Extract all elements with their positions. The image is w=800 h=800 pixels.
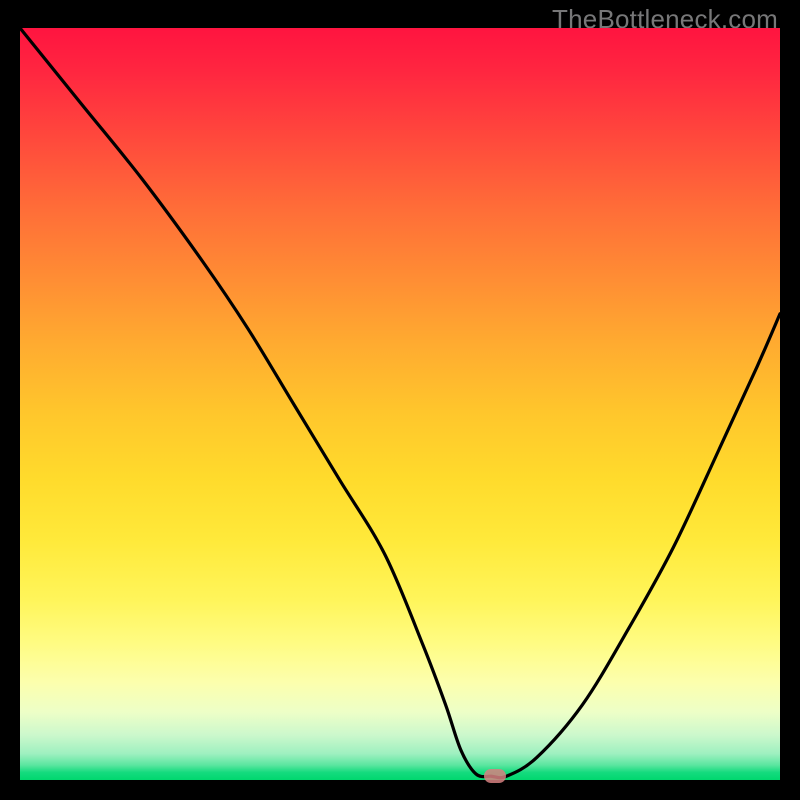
chart-frame: TheBottleneck.com <box>0 0 800 800</box>
optimal-point-marker <box>484 769 506 783</box>
curve-svg <box>20 28 780 780</box>
plot-area <box>20 28 780 780</box>
bottleneck-curve <box>20 28 780 778</box>
